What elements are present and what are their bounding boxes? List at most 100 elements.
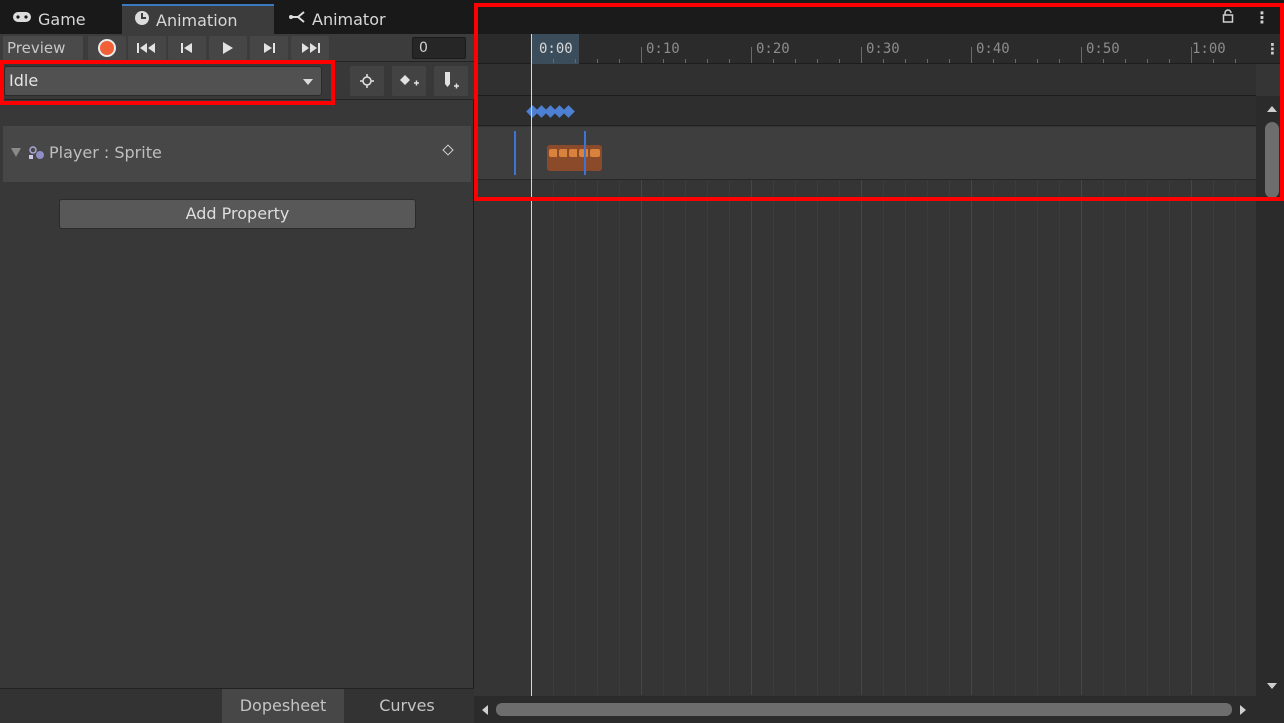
- vertical-scrollbar[interactable]: [1256, 96, 1284, 696]
- horizontal-scrollbar[interactable]: [474, 696, 1284, 723]
- grid-line: [1125, 180, 1126, 695]
- frame-input[interactable]: 0: [412, 37, 466, 59]
- ruler-tick: [597, 59, 598, 63]
- tab-animator[interactable]: Animator: [276, 4, 416, 34]
- tab-label: Game: [38, 9, 86, 29]
- tab-dopesheet[interactable]: Dopesheet: [222, 689, 344, 723]
- kebab-menu-icon[interactable]: ⋮: [1265, 40, 1280, 58]
- scroll-thumb[interactable]: [496, 703, 1232, 716]
- sprite-renderer-icon: [27, 144, 47, 162]
- last-keyframe-button[interactable]: [291, 36, 329, 60]
- clip-row: Idle: [0, 62, 474, 100]
- next-keyframe-button[interactable]: [250, 36, 288, 60]
- grid-line: [729, 180, 730, 695]
- ruler-tick: [795, 59, 796, 63]
- ruler-tick: [1169, 59, 1170, 63]
- time-ruler[interactable]: 0:00 0:10 0:20 0:30 0:40 0:50 1:00 ⋮: [474, 34, 1284, 64]
- gamepad-icon: [12, 11, 32, 27]
- view-mode-bar: Dopesheet Curves: [0, 688, 474, 723]
- scroll-down-icon[interactable]: [1267, 683, 1277, 689]
- grid-line: [1235, 180, 1236, 695]
- animator-icon: [288, 10, 306, 28]
- grid-line: [993, 180, 994, 695]
- ruler-tick: [971, 47, 972, 63]
- ruler-tick-label: 0:10: [646, 41, 680, 57]
- ruler-tick: [1191, 47, 1192, 63]
- add-keyframe-button[interactable]: [392, 66, 426, 96]
- timeline-header: ⋮: [474, 0, 1284, 34]
- grid-line: [1147, 180, 1148, 695]
- grid-line: [553, 180, 554, 695]
- ruler-tick: [861, 47, 862, 63]
- grid-line: [817, 180, 818, 695]
- ruler-tick-label: 0:20: [756, 41, 790, 57]
- ruler-tick: [619, 59, 620, 63]
- playhead[interactable]: [531, 34, 532, 699]
- grid-line: [927, 180, 928, 695]
- sprite-keyframe[interactable]: [588, 145, 602, 171]
- ruler-tick-label: 0:00: [539, 41, 573, 57]
- ruler-tick: [905, 59, 906, 63]
- ruler-tick: [641, 47, 642, 63]
- add-property-button[interactable]: Add Property: [59, 199, 416, 229]
- ruler-tick: [993, 59, 994, 63]
- grid-line: [575, 180, 576, 695]
- keyframe-diamond-icon[interactable]: [442, 144, 454, 156]
- ruler-tick: [1015, 59, 1016, 63]
- range-start-marker[interactable]: [514, 131, 516, 175]
- ruler-tick: [1103, 59, 1104, 63]
- first-keyframe-button[interactable]: [128, 36, 166, 60]
- add-event-button[interactable]: [434, 66, 468, 96]
- kebab-menu-icon[interactable]: ⋮: [1254, 8, 1270, 27]
- scroll-up-icon[interactable]: [1267, 106, 1277, 112]
- summary-row[interactable]: [474, 96, 1256, 126]
- events-row[interactable]: [474, 64, 1256, 96]
- prev-keyframe-button[interactable]: [168, 36, 206, 60]
- ruler-tick: [773, 59, 774, 63]
- tab-game[interactable]: Game: [0, 4, 120, 34]
- ruler-tick: [839, 59, 840, 63]
- record-icon: [98, 39, 116, 57]
- grid-line: [839, 180, 840, 695]
- grid-line: [619, 180, 620, 695]
- ruler-tick-label: 0:30: [866, 41, 900, 57]
- lock-icon[interactable]: [1222, 9, 1234, 23]
- ruler-tick: [663, 59, 664, 63]
- range-end-marker[interactable]: [584, 131, 586, 175]
- ruler-tick: [1125, 59, 1126, 63]
- ruler-tick: [1213, 59, 1214, 63]
- filter-by-selection-button[interactable]: [350, 66, 384, 96]
- tab-animation[interactable]: Animation: [122, 4, 274, 34]
- record-button[interactable]: [88, 36, 126, 60]
- grid-line: [641, 180, 642, 695]
- ruler-tick-label: 0:40: [976, 41, 1010, 57]
- timeline-grid: [474, 180, 1256, 695]
- grid-line: [597, 180, 598, 695]
- play-button[interactable]: [209, 36, 247, 60]
- grid-line: [1213, 180, 1214, 695]
- scroll-left-icon[interactable]: [482, 705, 488, 715]
- clip-dropdown-value: Idle: [9, 71, 39, 90]
- preview-button[interactable]: Preview: [3, 36, 83, 60]
- property-row[interactable]: Player : Sprite: [3, 126, 471, 182]
- play-icon: [223, 42, 233, 54]
- clip-dropdown[interactable]: Idle: [4, 66, 322, 96]
- ruler-tick: [1081, 47, 1082, 63]
- grid-line: [905, 180, 906, 695]
- ruler-tick: [949, 59, 950, 63]
- step-back-icon: [181, 43, 192, 53]
- ruler-tick: [685, 59, 686, 63]
- ruler-tick-label: 0:50: [1086, 41, 1120, 57]
- property-list: Player : Sprite Add Property: [0, 100, 474, 688]
- skip-end-icon: [302, 43, 320, 53]
- scroll-thumb[interactable]: [1265, 122, 1279, 198]
- window-tab-bar: Game Animation Animator: [0, 0, 474, 34]
- foldout-arrow-icon[interactable]: [11, 148, 21, 157]
- grid-line: [1059, 180, 1060, 695]
- tab-curves[interactable]: Curves: [346, 689, 468, 723]
- scroll-right-icon[interactable]: [1240, 705, 1246, 715]
- dopesheet-timeline[interactable]: ⋮ 0:00 0:10 0:20 0:30 0:40 0:50 1:00 ⋮: [474, 0, 1284, 723]
- tab-label: Animation: [156, 10, 238, 30]
- grid-line: [949, 180, 950, 695]
- ruler-tick: [707, 59, 708, 63]
